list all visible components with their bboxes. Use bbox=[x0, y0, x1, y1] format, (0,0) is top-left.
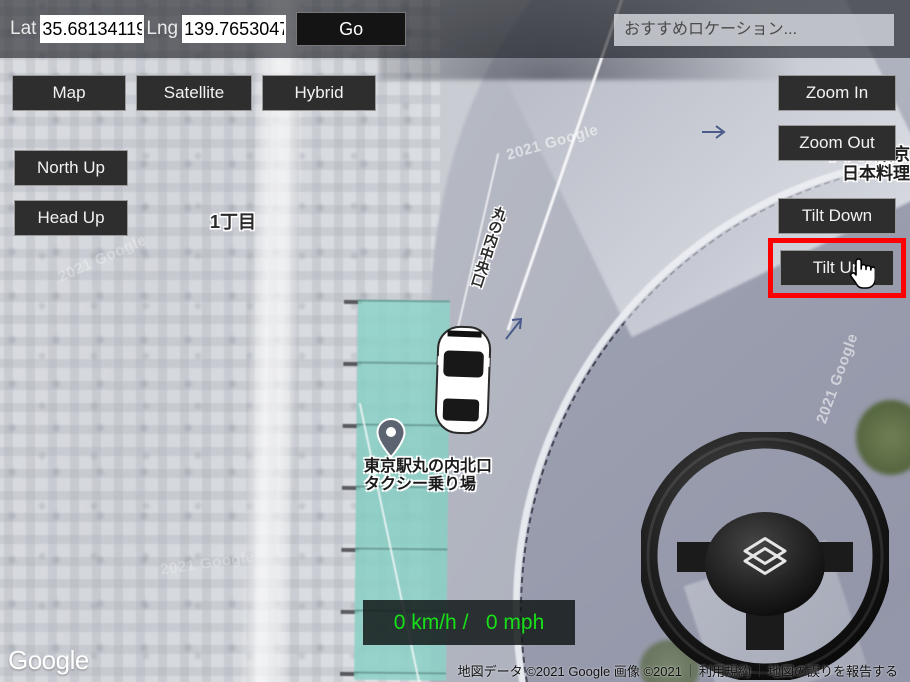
top-toolbar: Lat Lng Go bbox=[0, 0, 910, 58]
app-root: 1丁目 丸の内中央口 ホテル東京 日本料理 2021 Google 2021 G… bbox=[0, 0, 910, 682]
map-type-button-map[interactable]: Map bbox=[12, 75, 126, 111]
map-pin-icon[interactable] bbox=[376, 417, 406, 459]
speed-readout: 0 km/h / 0 mph bbox=[393, 610, 545, 634]
lat-label: Lat bbox=[10, 18, 37, 39]
tilt-up-button[interactable]: Tilt Up bbox=[780, 250, 894, 286]
lng-label: Lng bbox=[146, 18, 179, 39]
speed-hud-panel: 0 km/h / 0 mph bbox=[363, 600, 575, 645]
zoom-out-button[interactable]: Zoom Out bbox=[778, 125, 896, 161]
vehicle-icon bbox=[432, 324, 494, 436]
map-type-button-hybrid[interactable]: Hybrid bbox=[262, 75, 376, 111]
road-direction-arrow-1 bbox=[702, 125, 726, 139]
attribution-map-data: 地図データ ©2021 Google 画像 ©2021 bbox=[457, 664, 682, 679]
orientation-button-head-up[interactable]: Head Up bbox=[14, 200, 128, 236]
place-marker-label: 東京駅丸の内北口 タクシー乗り場 bbox=[364, 458, 493, 494]
steering-wheel-control[interactable] bbox=[638, 429, 892, 682]
road-direction-arrow-2 bbox=[505, 317, 523, 340]
attribution-terms-link[interactable]: 利用規約 bbox=[691, 661, 759, 680]
google-logo: Google bbox=[8, 645, 89, 675]
zoom-in-button[interactable]: Zoom In bbox=[778, 75, 896, 111]
place-marker[interactable]: 東京駅丸の内北口 タクシー乗り場 bbox=[364, 417, 492, 493]
map-type-button-satellite[interactable]: Satellite bbox=[136, 75, 252, 111]
tilt-down-button[interactable]: Tilt Down bbox=[778, 198, 896, 234]
lng-input[interactable] bbox=[182, 15, 287, 43]
go-button[interactable]: Go bbox=[296, 12, 407, 46]
lat-input[interactable] bbox=[40, 15, 145, 43]
attribution-report-link[interactable]: 地図の誤りを報告する bbox=[760, 661, 906, 680]
location-search-input[interactable] bbox=[614, 14, 894, 46]
orientation-button-north-up[interactable]: North Up bbox=[14, 150, 128, 186]
map-attribution-bar: 地図データ ©2021 Google 画像 ©2021 利用規約 地図の誤りを報… bbox=[450, 661, 906, 680]
